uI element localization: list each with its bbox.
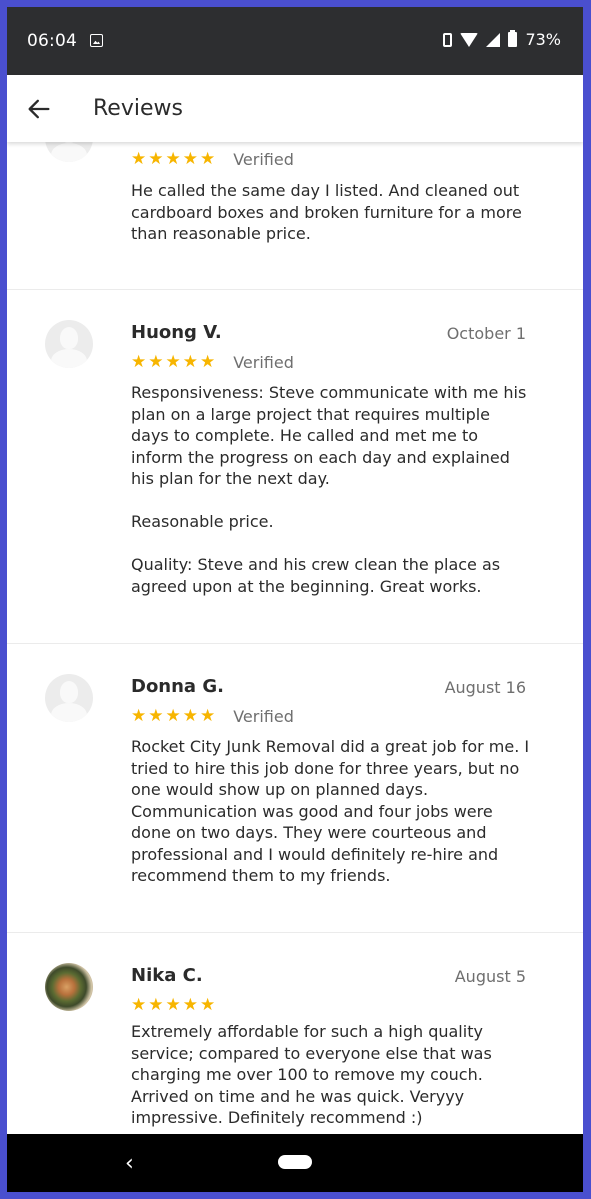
home-pill-icon[interactable] <box>278 1155 312 1169</box>
review-date: October 1 <box>446 324 526 343</box>
stars-icon: ★★★★★ <box>131 352 218 372</box>
verified-label: Verified <box>233 706 294 726</box>
page-title: Reviews <box>93 96 183 121</box>
battery-percent: 73% <box>525 30 561 49</box>
image-icon <box>90 34 103 47</box>
arrow-left-icon <box>28 99 50 119</box>
review-item: ★★★★★ Verified He called the same day I … <box>7 142 583 290</box>
nav-back-icon[interactable]: ‹ <box>125 1151 134 1176</box>
reviews-list[interactable]: ★★★★★ Verified He called the same day I … <box>7 142 583 1134</box>
review-text: Extremely affordable for such a high qua… <box>131 1022 492 1127</box>
battery-icon <box>508 30 518 47</box>
device-screen: 06:04 73% Reviews ★★★★★ Verified He call… <box>7 7 583 1192</box>
stars-icon: ★★★★★ <box>131 149 218 169</box>
status-bar: 06:04 73% <box>7 7 583 75</box>
review-item: Donna G. August 16 ★★★★★ Verified Rocket… <box>7 643 583 933</box>
reviewer-name: Huong V. <box>131 322 222 343</box>
avatar <box>45 142 93 162</box>
review-text: Responsiveness: Steve communicate with m… <box>131 383 527 596</box>
verified-label: Verified <box>233 352 294 372</box>
review-item: Nika C. August 5 ★★★★★ Extremely afforda… <box>7 932 583 1134</box>
status-icons: 73% <box>443 30 561 49</box>
status-time: 06:04 <box>27 31 77 51</box>
avatar <box>45 963 93 1011</box>
review-item: Huong V. October 1 ★★★★★ Verified Respon… <box>7 289 583 644</box>
verified-label: Verified <box>233 149 294 169</box>
review-text: He called the same day I listed. And cle… <box>131 181 522 243</box>
reviewer-name: Donna G. <box>131 676 224 697</box>
review-text: Rocket City Junk Removal did a great job… <box>131 737 530 885</box>
rating-stars: ★★★★★ <box>131 995 217 1015</box>
rating-stars: ★★★★★ Verified <box>131 149 294 169</box>
rating-stars: ★★★★★ Verified <box>131 706 294 726</box>
stars-icon: ★★★★★ <box>131 706 218 726</box>
stars-icon: ★★★★★ <box>131 995 218 1015</box>
review-date: August 16 <box>444 678 526 697</box>
rating-stars: ★★★★★ Verified <box>131 352 294 372</box>
avatar <box>45 320 93 368</box>
reviewer-name: Nika C. <box>131 965 203 986</box>
signal-icon <box>486 32 501 47</box>
review-date: August 5 <box>454 967 526 986</box>
system-nav-bar: ‹ <box>7 1134 583 1192</box>
vibrate-icon <box>443 32 453 47</box>
avatar <box>45 674 93 722</box>
back-button[interactable] <box>21 91 57 127</box>
app-bar: Reviews <box>7 75 583 142</box>
wifi-icon <box>460 32 479 47</box>
